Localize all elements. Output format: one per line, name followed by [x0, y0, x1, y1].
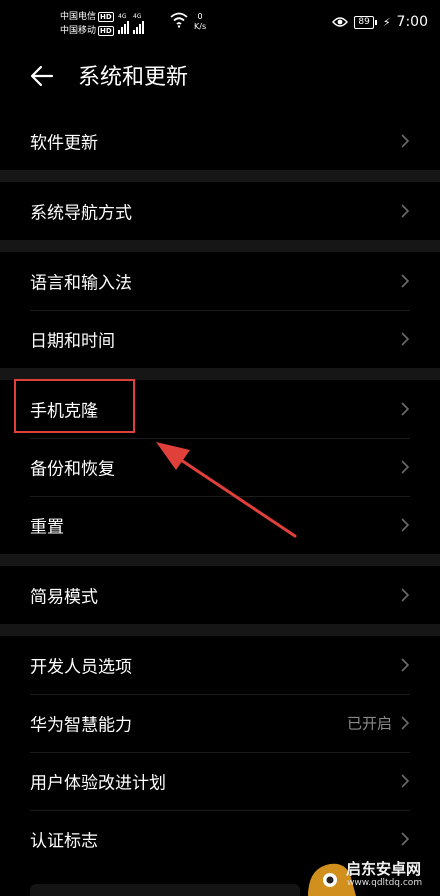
hd-badge-1: HD: [98, 12, 114, 22]
settings-group-1: 软件更新: [0, 112, 440, 170]
highlight-box: [14, 379, 135, 433]
setting-huawei-ai[interactable]: 华为智慧能力 已开启: [0, 694, 440, 752]
carrier-info: 中国电信 HD 中国移动 HD: [60, 10, 114, 38]
settings-group-2: 系统导航方式: [0, 182, 440, 240]
section-separator: [0, 240, 440, 252]
setting-label: 备份和恢复: [30, 459, 115, 480]
signal-group: 4G 4G: [118, 14, 144, 34]
signal-icon-2: 4G: [133, 14, 144, 34]
hd-badge-2: HD: [98, 26, 114, 36]
section-separator: [0, 170, 440, 182]
watermark-name: 启东安卓网: [346, 860, 422, 878]
carrier-1: 中国电信: [60, 12, 97, 22]
chevron-right-icon: [401, 402, 410, 416]
wifi-icon: [170, 12, 188, 28]
chevron-right-icon: [401, 460, 410, 474]
status-right: 89 ⚡ 7:00: [332, 14, 428, 30]
setting-simple-mode[interactable]: 简易模式: [0, 566, 440, 624]
chevron-right-icon: [401, 716, 410, 730]
speed-unit: K/s: [194, 22, 207, 31]
clock: 7:00: [396, 14, 428, 30]
setting-label: 简易模式: [30, 587, 98, 608]
setting-system-navigation[interactable]: 系统导航方式: [0, 182, 440, 240]
setting-date-time[interactable]: 日期和时间: [0, 310, 440, 368]
chevron-right-icon: [401, 332, 410, 346]
setting-developer-options[interactable]: 开发人员选项: [0, 636, 440, 694]
annotation-arrow-icon: [156, 442, 297, 538]
watermark-url: www.qdltdq.com: [347, 878, 423, 888]
chevron-right-icon: [401, 588, 410, 602]
setting-label: 语言和输入法: [30, 273, 132, 294]
back-arrow-icon[interactable]: [28, 62, 56, 90]
setting-label: 认证标志: [30, 831, 98, 852]
setting-label: 软件更新: [30, 133, 98, 154]
chevron-right-icon: [401, 518, 410, 532]
battery-icon: 89: [354, 15, 377, 29]
chevron-right-icon: [401, 204, 410, 218]
carrier-2: 中国移动: [60, 26, 97, 36]
status-bar: 中国电信 HD 中国移动 HD 4G 4G 0 K/s 89 ⚡ 7:00: [0, 0, 440, 50]
setting-software-update[interactable]: 软件更新: [0, 112, 440, 170]
signal-icon-1: 4G: [118, 14, 129, 34]
chevron-right-icon: [401, 774, 410, 788]
charging-icon: ⚡: [382, 15, 391, 29]
settings-group-6: 开发人员选项 华为智慧能力 已开启 用户体验改进计划 认证标志: [0, 636, 440, 868]
setting-label: 华为智慧能力: [30, 715, 132, 736]
setting-status: 已开启: [346, 714, 392, 733]
setting-language-input[interactable]: 语言和输入法: [0, 252, 440, 310]
setting-label: 重置: [30, 517, 64, 538]
battery-level: 89: [354, 15, 374, 29]
bottom-card-edge: [30, 884, 300, 896]
chevron-right-icon: [401, 134, 410, 148]
setting-label: 用户体验改进计划: [30, 773, 166, 794]
speed-value: 0: [197, 12, 203, 21]
chevron-right-icon: [401, 274, 410, 288]
eye-icon: [332, 17, 349, 27]
settings-group-3: 语言和输入法 日期和时间: [0, 252, 440, 368]
network-speed: 0 K/s: [194, 12, 206, 32]
page-title: 系统和更新: [78, 65, 189, 90]
setting-label: 系统导航方式: [30, 203, 132, 224]
section-separator: [0, 624, 440, 636]
section-separator: [0, 554, 440, 566]
setting-user-experience[interactable]: 用户体验改进计划: [0, 752, 440, 810]
settings-group-5: 简易模式: [0, 566, 440, 624]
setting-label: 开发人员选项: [30, 657, 132, 678]
app-header: 系统和更新: [0, 50, 440, 106]
chevron-right-icon: [401, 658, 410, 672]
setting-label: 日期和时间: [30, 331, 115, 352]
chevron-right-icon: [401, 832, 410, 846]
